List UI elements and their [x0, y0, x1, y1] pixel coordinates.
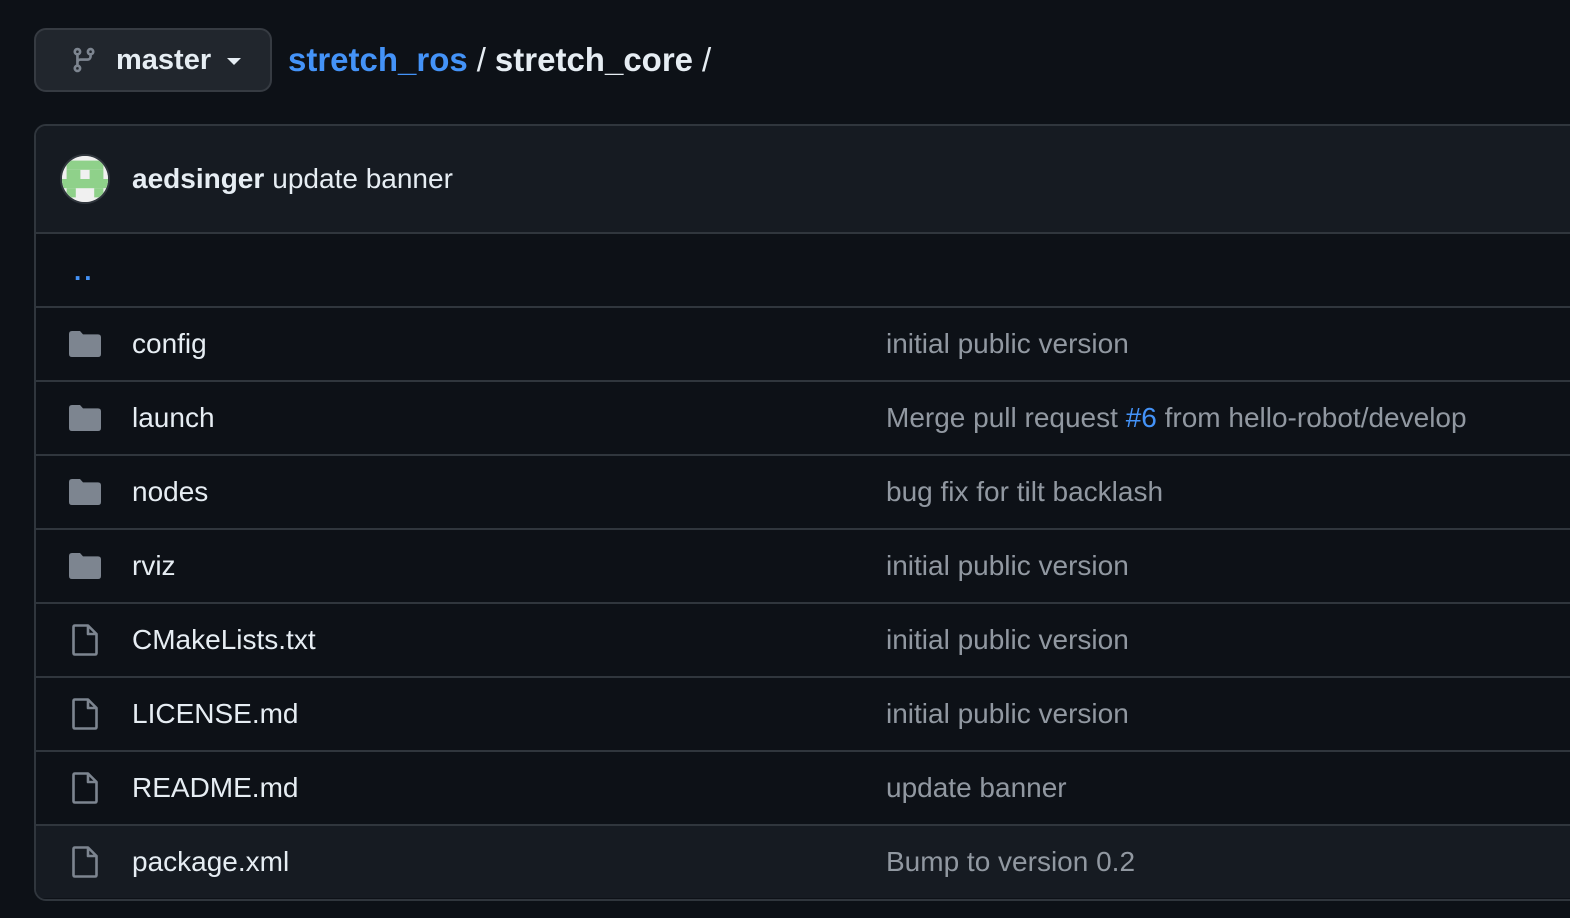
file-commit-message[interactable]: Merge pull request #6 from hello-robot/d… — [886, 402, 1467, 434]
file-name-link[interactable]: config — [132, 328, 207, 360]
file-name-link[interactable]: nodes — [132, 476, 208, 508]
folder-icon — [68, 327, 102, 361]
branch-selector-button[interactable]: master — [34, 28, 272, 92]
git-branch-icon — [70, 46, 98, 74]
file-commit-message[interactable]: initial public version — [886, 550, 1129, 582]
file-row-launch[interactable]: launch Merge pull request #6 from hello-… — [36, 382, 1570, 456]
file-icon — [68, 845, 102, 879]
file-commit-message[interactable]: update banner — [886, 772, 1067, 804]
file-row-cmakelists[interactable]: CMakeLists.txt initial public version — [36, 604, 1570, 678]
file-row-license[interactable]: LICENSE.md initial public version — [36, 678, 1570, 752]
commit-message-link[interactable]: update banner — [272, 163, 453, 195]
caret-down-icon — [225, 54, 243, 66]
commit-author-link[interactable]: aedsinger — [132, 163, 264, 195]
file-name-link[interactable]: rviz — [132, 550, 176, 582]
file-name-link[interactable]: LICENSE.md — [132, 698, 299, 730]
folder-icon — [68, 549, 102, 583]
file-commit-message[interactable]: bug fix for tilt backlash — [886, 476, 1163, 508]
latest-commit-header: aedsinger update banner — [36, 126, 1570, 234]
breadcrumb-trailing-separator: / — [702, 41, 712, 78]
file-commit-message[interactable]: Bump to version 0.2 — [886, 846, 1135, 878]
folder-icon — [68, 475, 102, 509]
file-list: aedsinger update banner .. config initia… — [34, 124, 1570, 901]
commit-message-suffix: from hello-robot/develop — [1156, 402, 1467, 433]
file-row-readme[interactable]: README.md update banner — [36, 752, 1570, 826]
commit-message-prefix: Merge pull request — [886, 402, 1126, 433]
file-name-link[interactable]: launch — [132, 402, 215, 434]
file-commit-message[interactable]: initial public version — [886, 624, 1129, 656]
breadcrumb-separator: / — [476, 41, 486, 78]
breadcrumb-current-dir: stretch_core — [494, 41, 694, 78]
breadcrumb: stretch_ros / stretch_core / — [288, 41, 720, 79]
avatar[interactable] — [60, 154, 110, 204]
file-name-link[interactable]: package.xml — [132, 846, 289, 878]
file-name-link[interactable]: CMakeLists.txt — [132, 624, 316, 656]
pull-request-link[interactable]: #6 — [1126, 402, 1157, 433]
file-commit-message[interactable]: initial public version — [886, 328, 1129, 360]
folder-icon — [68, 401, 102, 435]
file-name-link[interactable]: README.md — [132, 772, 298, 804]
parent-directory-link[interactable]: .. — [74, 256, 94, 287]
file-icon — [68, 771, 102, 805]
file-row-package-xml[interactable]: package.xml Bump to version 0.2 — [36, 826, 1570, 898]
file-icon — [68, 623, 102, 657]
breadcrumb-repo-link[interactable]: stretch_ros — [288, 41, 468, 79]
parent-directory-row[interactable]: .. — [36, 234, 1570, 308]
file-icon — [68, 697, 102, 731]
repo-topbar: master stretch_ros / stretch_core / — [34, 28, 720, 92]
branch-name-label: master — [116, 43, 212, 76]
file-row-config[interactable]: config initial public version — [36, 308, 1570, 382]
file-row-nodes[interactable]: nodes bug fix for tilt backlash — [36, 456, 1570, 530]
file-row-rviz[interactable]: rviz initial public version — [36, 530, 1570, 604]
file-commit-message[interactable]: initial public version — [886, 698, 1129, 730]
